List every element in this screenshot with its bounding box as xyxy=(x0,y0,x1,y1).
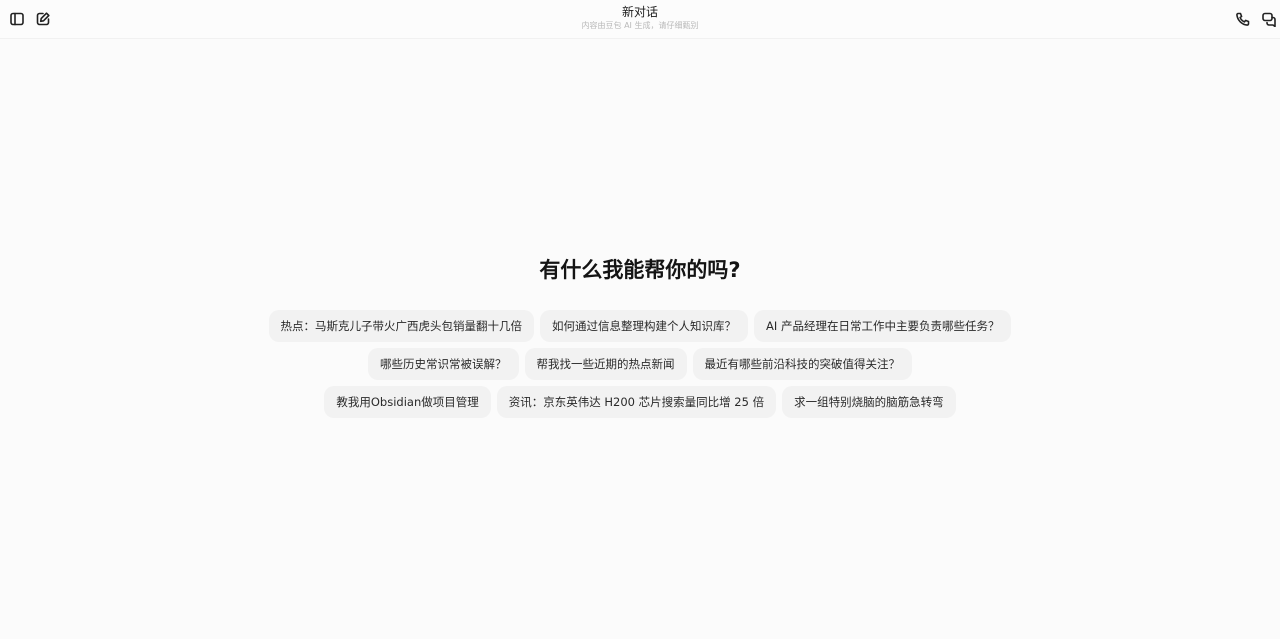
top-bar: 新对话 内容由豆包 AI 生成，请仔细甄别 xyxy=(0,0,1280,39)
suggestion-row-3: 教我用Obsidian做项目管理 资讯：京东英伟达 H200 芯片搜索量同比增 … xyxy=(0,386,1280,418)
new-chat-icon[interactable] xyxy=(33,9,53,29)
suggestion-chip[interactable]: 资讯：京东英伟达 H200 芯片搜索量同比增 25 倍 xyxy=(496,386,777,418)
suggestion-chip[interactable]: 帮我找一些近期的热点新闻 xyxy=(524,348,687,380)
suggestion-chip[interactable]: 求一组特别烧脑的脑筋急转弯 xyxy=(782,386,956,418)
app-window: 新对话 内容由豆包 AI 生成，请仔细甄别 有什么我能帮你的吗? 热点：马斯克儿… xyxy=(0,0,1280,639)
suggestion-chip[interactable]: 热点：马斯克儿子带火广西虎头包销量翻十几倍 xyxy=(268,310,535,342)
suggestion-row-2: 哪些历史常识常被误解？ 帮我找一些近期的热点新闻 最近有哪些前沿科技的突破值得关… xyxy=(0,348,1280,380)
ai-disclaimer: 内容由豆包 AI 生成，请仔细甄别 xyxy=(581,21,699,30)
welcome-heading: 有什么我能帮你的吗? xyxy=(539,258,741,282)
page-title: 新对话 xyxy=(621,5,658,19)
sidebar-toggle-icon[interactable] xyxy=(7,9,27,29)
title-area: 新对话 内容由豆包 AI 生成，请仔细甄别 xyxy=(440,5,840,32)
suggestion-chip[interactable]: 哪些历史常识常被误解？ xyxy=(368,348,519,380)
chat-bubbles-icon[interactable] xyxy=(1259,9,1279,29)
phone-icon[interactable] xyxy=(1233,9,1253,29)
suggestion-chip[interactable]: 最近有哪些前沿科技的突破值得关注？ xyxy=(692,348,912,380)
suggestion-chip[interactable]: 如何通过信息整理构建个人知识库？ xyxy=(540,310,749,342)
suggestion-row-1: 热点：马斯克儿子带火广西虎头包销量翻十几倍 如何通过信息整理构建个人知识库？ A… xyxy=(0,310,1280,342)
suggestion-chip[interactable]: AI 产品经理在日常工作中主要负责哪些任务？ xyxy=(754,310,1012,342)
suggestion-chip[interactable]: 教我用Obsidian做项目管理 xyxy=(324,386,491,418)
